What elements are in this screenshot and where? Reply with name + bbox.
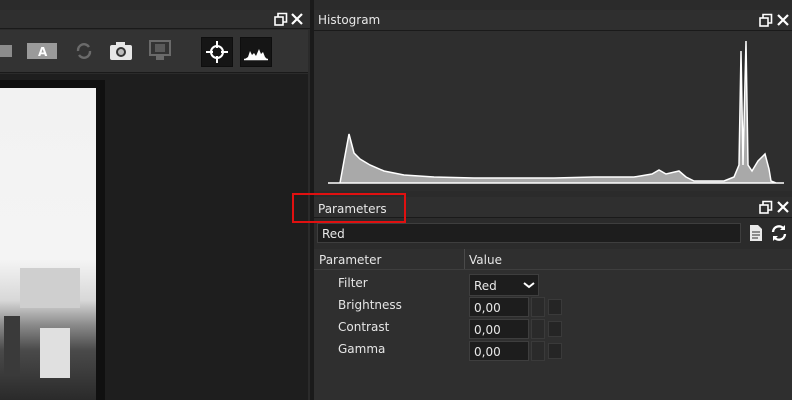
restore-icon[interactable] <box>759 13 773 27</box>
header-value[interactable]: Value <box>469 253 502 267</box>
filter-select-value: Red <box>474 279 497 293</box>
chevron-down-icon[interactable] <box>520 275 538 295</box>
header-parameter[interactable]: Parameter <box>319 253 381 267</box>
preset-value: Red <box>322 227 345 241</box>
table-header: Parameter Value <box>314 249 792 270</box>
photo-detail-2 <box>4 316 20 376</box>
histogram-area <box>314 31 792 191</box>
photo-detail-3 <box>40 328 70 378</box>
histogram-icon[interactable] <box>240 37 272 67</box>
spin-buttons[interactable] <box>531 341 545 361</box>
close-icon[interactable] <box>776 200 790 214</box>
left-panel-titlebar <box>0 10 310 29</box>
param-label-contrast: Contrast <box>338 320 390 334</box>
spin-buttons[interactable] <box>531 319 545 339</box>
restore-icon[interactable] <box>759 200 773 214</box>
reset-icon[interactable] <box>548 343 562 359</box>
contrast-value: 0,00 <box>474 323 501 337</box>
param-label-filter: Filter <box>338 276 368 290</box>
document-icon[interactable] <box>748 224 764 242</box>
text-overlay-icon[interactable]: A <box>26 37 58 65</box>
crosshair-icon[interactable] <box>201 37 233 67</box>
close-icon[interactable] <box>290 12 304 26</box>
monitor-icon[interactable] <box>144 37 176 65</box>
header-divider[interactable] <box>464 249 465 269</box>
histogram-panel: Histogram <box>314 0 792 194</box>
brightness-spinbox[interactable]: 0,00 <box>469 297 562 317</box>
restore-icon[interactable] <box>274 12 288 26</box>
reset-icon[interactable] <box>548 321 562 337</box>
histogram-graph <box>328 40 784 184</box>
preset-field[interactable]: Red <box>317 223 741 243</box>
reset-icon[interactable] <box>548 299 562 315</box>
image-viewport[interactable] <box>0 74 308 400</box>
photo-detail <box>20 268 80 308</box>
rotate-icon[interactable] <box>68 37 100 65</box>
filter-select[interactable]: Red <box>469 274 539 296</box>
param-label-brightness: Brightness <box>338 298 402 312</box>
close-icon[interactable] <box>776 13 790 27</box>
gamma-spinbox[interactable]: 0,00 <box>469 341 562 361</box>
histogram-title: Histogram <box>318 13 381 27</box>
parameters-panel: Parameters Red Parameter Value <box>314 194 792 400</box>
photo-preview <box>0 88 96 400</box>
contrast-spinbox[interactable]: 0,00 <box>469 319 562 339</box>
param-label-gamma: Gamma <box>338 342 386 356</box>
svg-text:A: A <box>38 45 48 59</box>
highlight-box <box>292 193 406 223</box>
spin-buttons[interactable] <box>531 297 545 317</box>
brightness-value: 0,00 <box>474 301 501 315</box>
gamma-value: 0,00 <box>474 345 501 359</box>
camera-icon[interactable] <box>105 37 137 65</box>
refresh-icon[interactable] <box>770 224 788 242</box>
histogram-titlebar: Histogram <box>314 10 792 31</box>
square-icon[interactable] <box>0 37 18 65</box>
left-panel: A <box>0 0 310 400</box>
